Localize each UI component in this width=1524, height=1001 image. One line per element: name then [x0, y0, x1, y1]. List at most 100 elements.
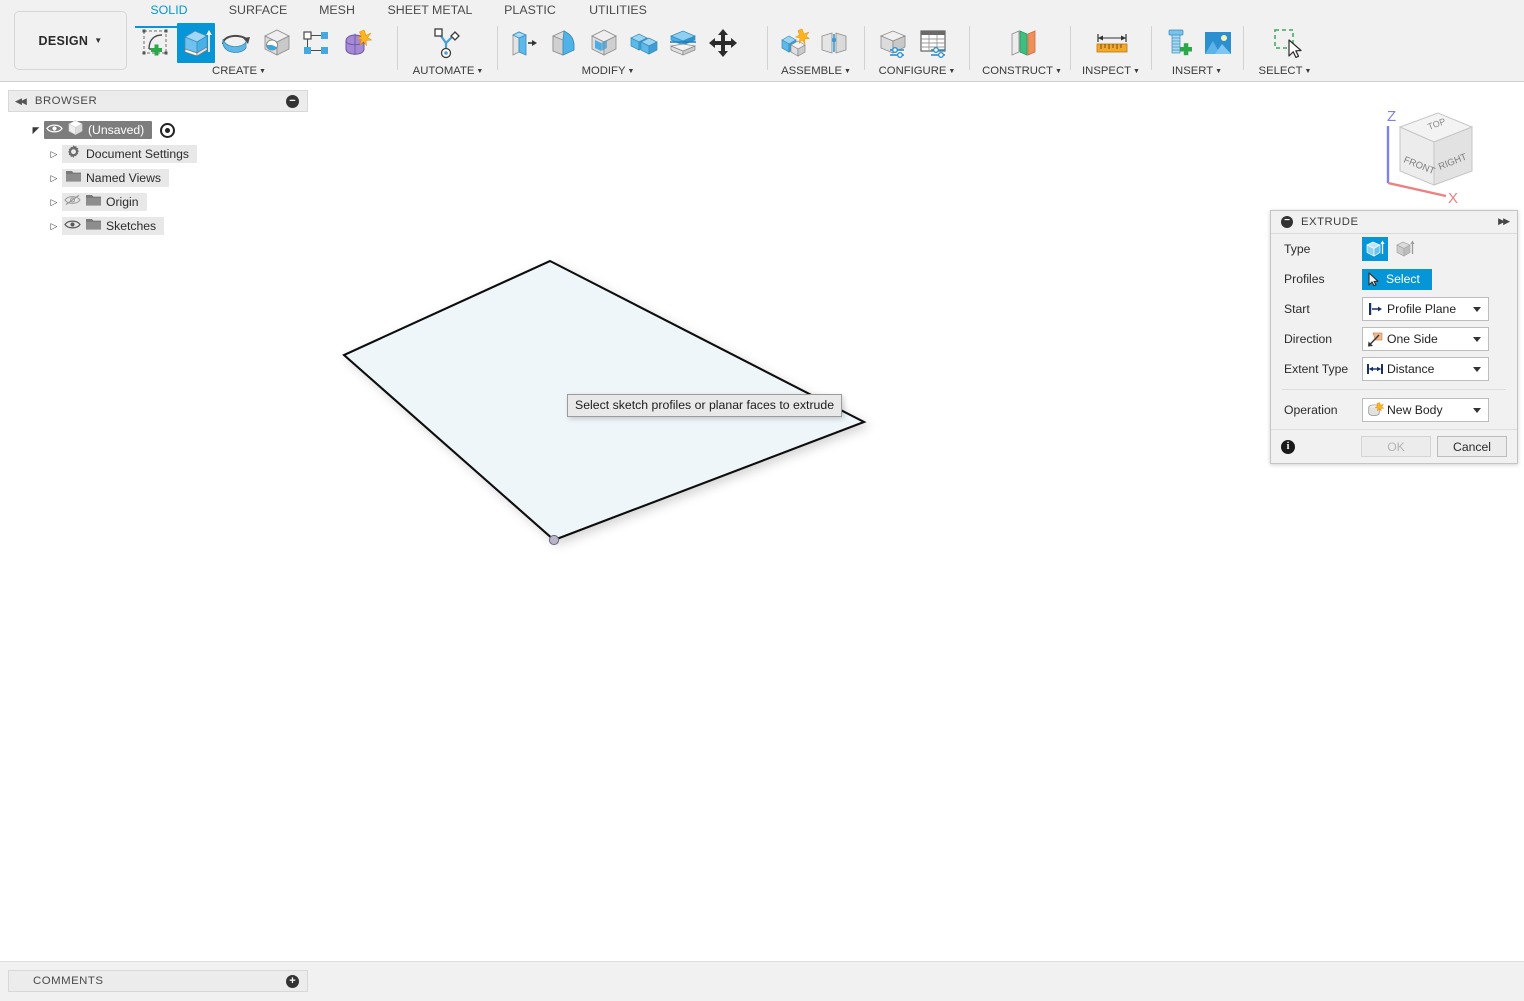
- cancel-button[interactable]: Cancel: [1437, 436, 1507, 457]
- create-sketch-button[interactable]: [137, 23, 175, 63]
- expand-right-icon[interactable]: ▶▶: [1498, 216, 1510, 227]
- extrude-dialog-titlebar[interactable]: − EXTRUDE ▶▶: [1271, 211, 1517, 234]
- tree-item-label: Named Views: [86, 171, 161, 185]
- tree-item-label: Origin: [106, 195, 139, 209]
- workspace-switcher-button[interactable]: DESIGN ▼: [14, 11, 127, 70]
- hole-button[interactable]: [257, 23, 295, 63]
- new-component-button[interactable]: [775, 23, 813, 63]
- tree-item-label: Sketches: [106, 219, 157, 233]
- shell-button[interactable]: [584, 23, 622, 63]
- info-icon[interactable]: i: [1281, 439, 1295, 454]
- chevron-down-icon[interactable]: [1473, 307, 1481, 312]
- ribbon-group-automate-label: AUTOMATE ▼: [412, 65, 484, 77]
- activate-component-radio[interactable]: [160, 122, 176, 138]
- direction-dropdown[interactable]: One Side: [1362, 327, 1489, 351]
- insert-image-button[interactable]: [1199, 23, 1237, 63]
- chevron-down-icon[interactable]: [1473, 408, 1481, 413]
- extrude-button[interactable]: [177, 23, 215, 63]
- operation-value: New Body: [1387, 403, 1443, 417]
- expand-triangle-icon[interactable]: ▷: [46, 221, 62, 232]
- extent-type-dropdown[interactable]: Distance: [1362, 357, 1489, 381]
- expand-triangle-icon[interactable]: ▷: [46, 197, 62, 208]
- tree-item-origin[interactable]: ▷ Origin: [8, 190, 308, 214]
- browser-panel-header[interactable]: ◀◀ BROWSER −: [8, 90, 308, 112]
- visibility-eye-icon[interactable]: [62, 217, 82, 235]
- combine-button[interactable]: [624, 23, 662, 63]
- tab-plastic[interactable]: PLASTIC: [492, 2, 568, 24]
- chevron-down-icon[interactable]: [1473, 337, 1481, 342]
- revolve-button[interactable]: [217, 23, 255, 63]
- split-face-button[interactable]: [664, 23, 702, 63]
- extrude-profile-type-button[interactable]: [1362, 237, 1388, 261]
- minus-circle-icon[interactable]: −: [1281, 216, 1293, 228]
- direction-one-side-icon: [1363, 332, 1387, 347]
- plus-circle-icon[interactable]: +: [286, 975, 299, 988]
- collapse-left-icon[interactable]: ◀◀: [15, 96, 27, 107]
- ribbon-group-create: CREATE ▼: [136, 22, 390, 80]
- configuration-button[interactable]: [874, 23, 912, 63]
- insert-mcmaster-button[interactable]: [1159, 23, 1197, 63]
- ribbon-divider: [767, 26, 768, 70]
- sketch-point-marker[interactable]: [548, 534, 560, 546]
- automate-button[interactable]: [427, 23, 465, 63]
- measure-button[interactable]: [1093, 23, 1131, 63]
- select-window-button[interactable]: [1267, 23, 1305, 63]
- tree-item-named-views[interactable]: ▷ Named Views: [8, 166, 308, 190]
- profiles-select-button[interactable]: Select: [1362, 268, 1432, 290]
- expand-triangle-icon[interactable]: ◤: [28, 125, 44, 136]
- hole-icon: [264, 29, 290, 56]
- configuration-table-button[interactable]: [914, 23, 952, 63]
- joint-button[interactable]: [815, 23, 853, 63]
- operation-dropdown[interactable]: New Body: [1362, 398, 1489, 422]
- chevron-down-icon: ▼: [843, 68, 851, 75]
- extrude-edge-type-button[interactable]: [1392, 237, 1418, 261]
- combine-icon: [630, 33, 658, 55]
- comments-panel-header[interactable]: COMMENTS +: [8, 970, 308, 992]
- ribbon-group-assemble-label: ASSEMBLE ▼: [781, 65, 851, 77]
- minus-circle-icon[interactable]: −: [286, 95, 299, 108]
- folder-icon: [62, 169, 84, 188]
- tab-solid[interactable]: SOLID: [134, 2, 204, 28]
- expand-triangle-icon[interactable]: ▷: [46, 149, 62, 160]
- tab-mesh[interactable]: MESH: [306, 2, 368, 24]
- direction-value: One Side: [1387, 332, 1438, 346]
- fillet-button[interactable]: [544, 23, 582, 63]
- tree-item-label: Document Settings: [86, 147, 189, 161]
- extrude-dialog[interactable]: − EXTRUDE ▶▶ Type Profiles Select Start …: [1270, 210, 1518, 464]
- ribbon-group-create-label: CREATE ▼: [212, 65, 266, 77]
- measure-icon: [1096, 34, 1128, 53]
- offset-plane-button[interactable]: [1004, 23, 1042, 63]
- visibility-eye-icon[interactable]: [44, 121, 64, 139]
- visibility-eye-off-icon[interactable]: [62, 193, 82, 211]
- chevron-down-icon[interactable]: [1473, 367, 1481, 372]
- start-profile-plane-icon: [1363, 302, 1387, 316]
- tab-sheet-metal[interactable]: SHEET METAL: [374, 2, 486, 24]
- tab-utilities[interactable]: UTILITIES: [574, 2, 662, 24]
- extent-distance-icon: [1363, 362, 1387, 376]
- view-cube[interactable]: Z X TOP FRONT RIGHT: [1368, 101, 1486, 207]
- tree-item-unsaved[interactable]: ◤ (Unsaved): [8, 118, 308, 142]
- folder-icon: [82, 217, 104, 236]
- ribbon-group-select: SELECT ▼: [1248, 22, 1322, 80]
- new-component-icon: [781, 28, 810, 57]
- create-form-button[interactable]: [337, 23, 375, 63]
- cursor-select-icon: [1368, 272, 1381, 286]
- pattern-button[interactable]: [297, 23, 335, 63]
- extrude-start-row: Start Profile Plane: [1271, 294, 1517, 324]
- joint-icon: [821, 32, 847, 54]
- browser-title: BROWSER: [34, 95, 98, 107]
- expand-triangle-icon[interactable]: ▷: [46, 173, 62, 184]
- ribbon-divider: [397, 26, 398, 70]
- extrude-operation-row: Operation New Body: [1271, 395, 1517, 425]
- move-copy-button[interactable]: [704, 23, 742, 63]
- press-pull-button[interactable]: [504, 23, 542, 63]
- tree-item-sketches[interactable]: ▷ Sketches: [8, 214, 308, 238]
- tree-item-label: (Unsaved): [88, 123, 145, 137]
- start-dropdown[interactable]: Profile Plane: [1362, 297, 1489, 321]
- ok-button[interactable]: OK: [1361, 436, 1431, 457]
- ribbon-divider: [1070, 26, 1071, 70]
- tree-item-document-settings[interactable]: ▷ Document Settings: [8, 142, 308, 166]
- insert-image-icon: [1205, 32, 1231, 54]
- tab-surface[interactable]: SURFACE: [216, 2, 300, 24]
- chevron-down-icon: ▼: [627, 68, 635, 75]
